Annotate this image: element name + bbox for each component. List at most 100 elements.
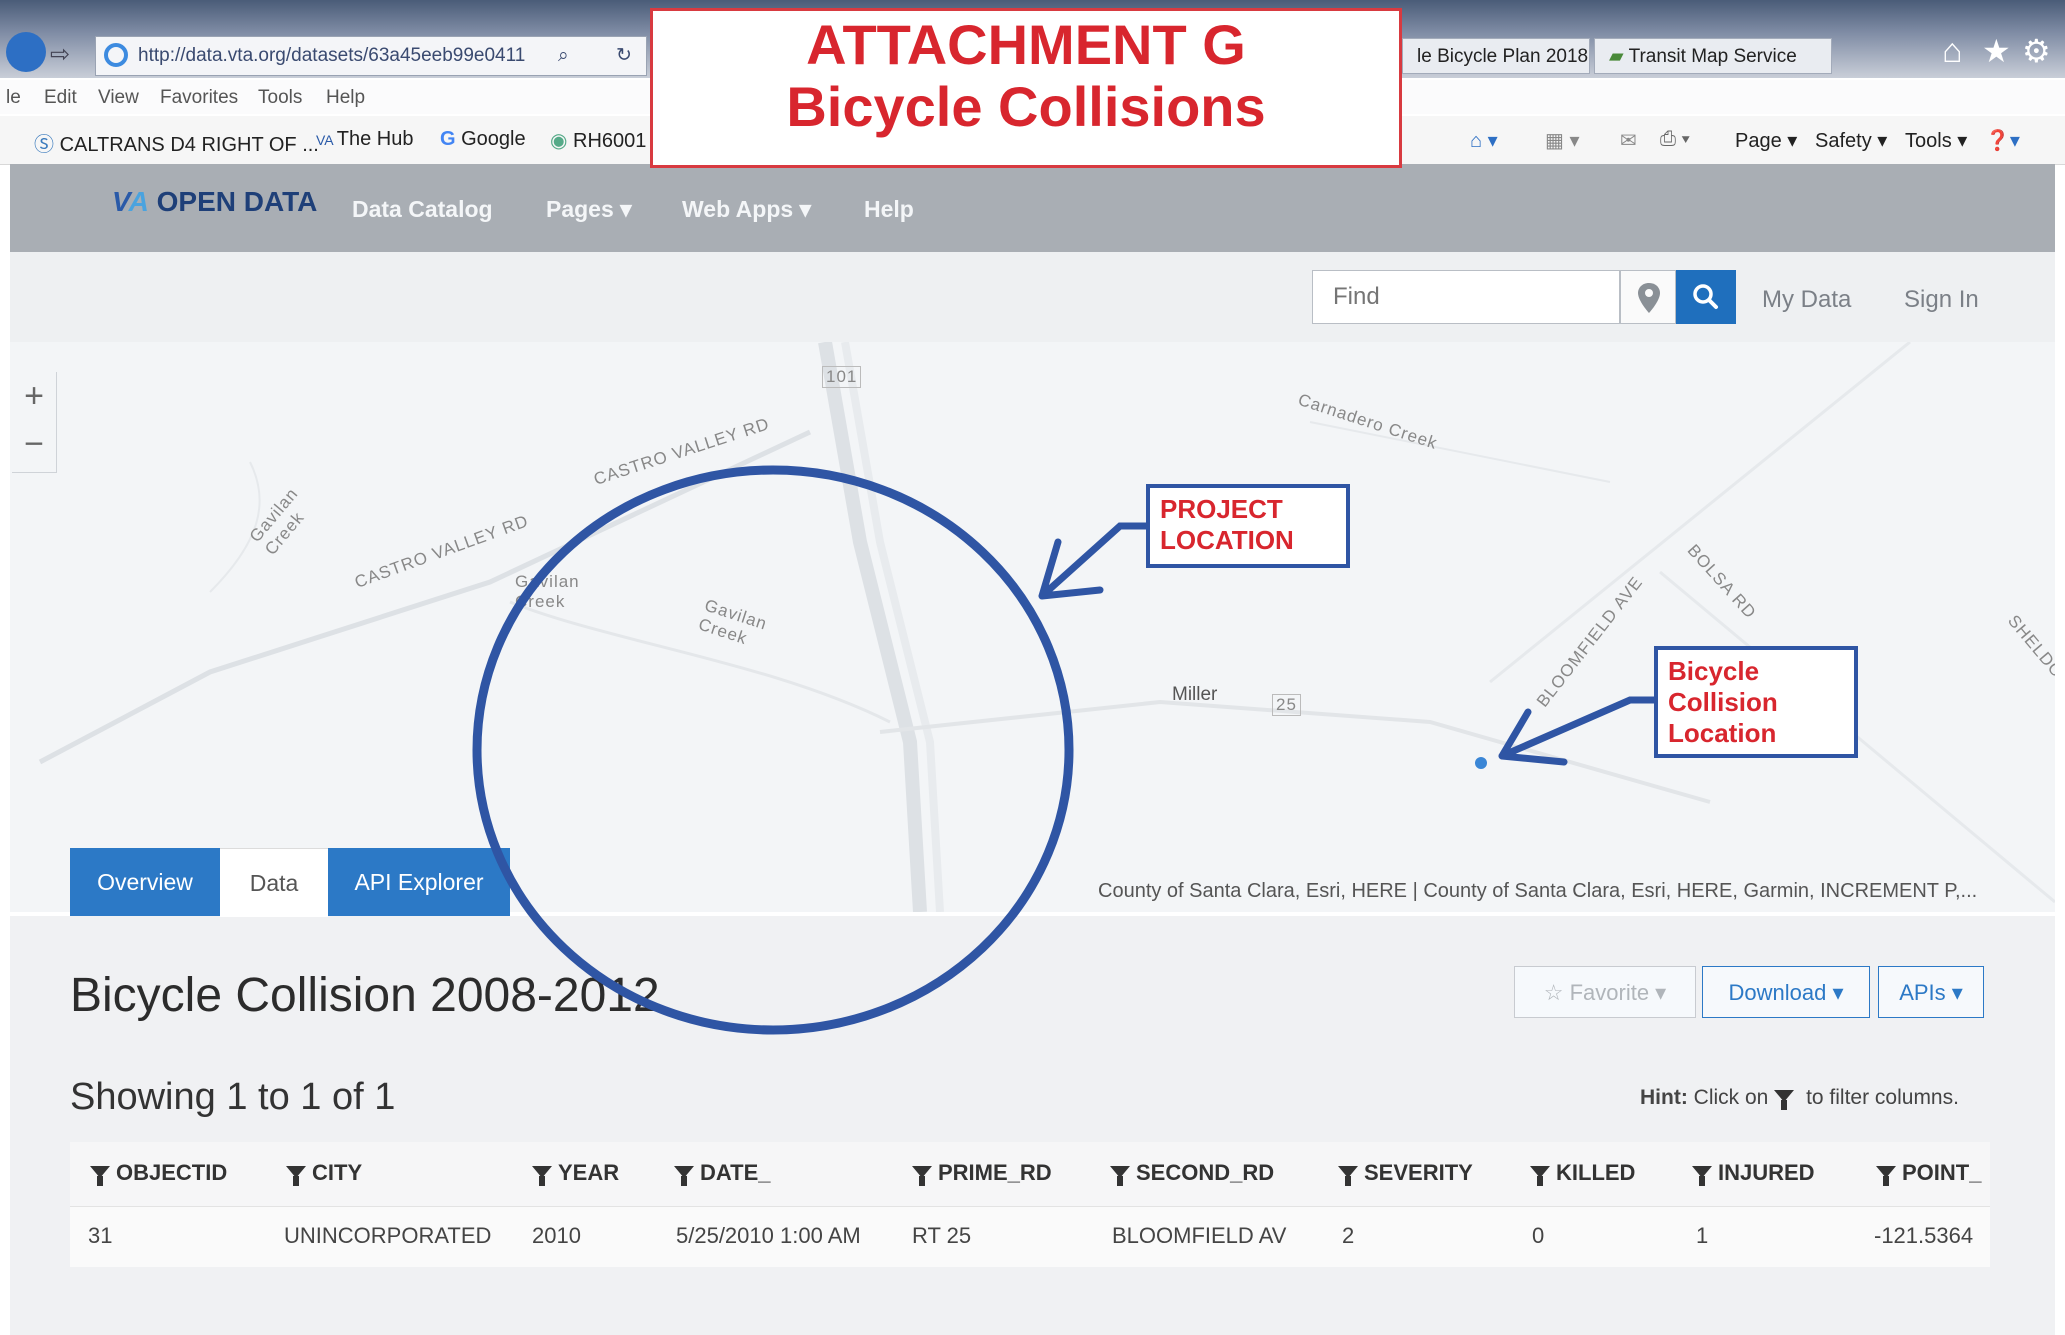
gear-icon[interactable]: ⚙	[2022, 32, 2051, 70]
cell-second-rd: BLOOMFIELD AV	[1112, 1223, 1287, 1248]
col-objectid[interactable]: OBJECTID	[90, 1160, 227, 1186]
menu-file[interactable]: le	[6, 87, 21, 109]
col-second-rd[interactable]: SECOND_RD	[1110, 1160, 1274, 1186]
filter-icon[interactable]	[674, 1166, 694, 1186]
showing-count: Showing 1 to 1 of 1	[70, 1076, 396, 1118]
favorite-button[interactable]: ☆ Favorite ▾	[1514, 966, 1696, 1018]
col-date[interactable]: DATE_	[674, 1160, 771, 1186]
menu-favorites[interactable]: Favorites	[160, 87, 238, 109]
highway-101-label: 101	[822, 366, 862, 388]
vta-logo-mark: VA	[112, 186, 149, 217]
favorite-google[interactable]: G Google	[440, 128, 526, 151]
filter-icon	[1774, 1090, 1795, 1110]
address-bar[interactable]: http://data.vta.org/datasets/63a45eeb99e…	[95, 36, 647, 76]
home-icon[interactable]: ⌂	[1942, 32, 1963, 71]
address-url: http://data.vta.org/datasets/63a45eeb99e…	[138, 45, 526, 66]
filter-icon[interactable]	[286, 1166, 306, 1186]
vta-open-data-logo[interactable]: VA OPEN DATA	[112, 186, 317, 218]
page-menu[interactable]: Page ▾	[1735, 128, 1797, 153]
nav-data-catalog[interactable]: Data Catalog	[352, 196, 493, 223]
tab-overview[interactable]: Overview	[70, 848, 220, 916]
filter-icon[interactable]	[1110, 1166, 1130, 1186]
menu-view[interactable]: View	[98, 87, 139, 109]
browser-tab-transit-map[interactable]: ▰ Transit Map Service	[1594, 38, 1832, 74]
print-icon[interactable]: ⎙ ▾	[1660, 128, 1690, 151]
page-title: Bicycle Collision 2008-2012	[70, 969, 660, 1022]
attachment-subtitle: Bicycle Collisions	[786, 75, 1266, 138]
safety-menu[interactable]: Safety ▾	[1815, 128, 1887, 153]
home-cmd-icon[interactable]: ⌂ ▾	[1470, 128, 1498, 153]
column-label: KILLED	[1556, 1160, 1636, 1185]
col-prime-rd[interactable]: PRIME_RD	[912, 1160, 1052, 1186]
col-killed[interactable]: KILLED	[1530, 1160, 1635, 1186]
column-label: YEAR	[558, 1160, 620, 1185]
filter-icon[interactable]	[1530, 1166, 1550, 1186]
tab-data[interactable]: Data	[220, 848, 328, 917]
column-label: SEVERITY	[1364, 1160, 1473, 1185]
google-icon: G	[440, 128, 462, 150]
column-label: PRIME_RD	[938, 1160, 1052, 1185]
attachment-title-box: ATTACHMENT G Bicycle Collisions	[650, 8, 1402, 168]
col-point[interactable]: POINT_	[1876, 1160, 1981, 1186]
cell-year: 2010	[532, 1223, 581, 1248]
project-location-callout: PROJECT LOCATION	[1146, 484, 1350, 568]
cell-objectid: 31	[88, 1223, 113, 1248]
cell-prime-rd: RT 25	[912, 1223, 972, 1248]
filter-icon[interactable]	[1692, 1166, 1712, 1186]
browser-tab-bicycle-plan[interactable]: le Bicycle Plan 2018	[1402, 38, 1590, 74]
col-injured[interactable]: INJURED	[1692, 1160, 1815, 1186]
col-year[interactable]: YEAR	[532, 1160, 619, 1186]
mail-icon[interactable]: ✉	[1620, 128, 1637, 153]
nav-help[interactable]: Help	[864, 196, 914, 223]
collision-point[interactable]	[1475, 757, 1487, 769]
search-button[interactable]	[1676, 270, 1736, 324]
zoom-in-button[interactable]: +	[12, 372, 56, 420]
cell-severity: 2	[1342, 1223, 1355, 1248]
gavilan-creek-label-2: Gavilan Creek	[515, 572, 580, 611]
search-icon[interactable]: ⌕	[558, 37, 569, 75]
filter-icon[interactable]	[912, 1166, 932, 1186]
filter-icon[interactable]	[532, 1166, 552, 1186]
column-label: INJURED	[1718, 1160, 1815, 1185]
menu-help[interactable]: Help	[326, 87, 365, 109]
cell-date: 5/25/2010 1:00 AM	[676, 1223, 861, 1248]
sign-in-link[interactable]: Sign In	[1904, 286, 1979, 314]
filter-icon[interactable]	[1876, 1166, 1896, 1186]
nav-pages[interactable]: Pages ▾	[546, 196, 632, 223]
favorite-the-hub[interactable]: VA The Hub	[316, 128, 413, 151]
location-pin-button[interactable]	[1620, 270, 1676, 324]
find-input[interactable]	[1312, 270, 1620, 324]
zoom-control: + −	[12, 372, 57, 473]
tab-api-explorer[interactable]: API Explorer	[328, 848, 510, 916]
col-city[interactable]: CITY	[286, 1160, 362, 1186]
help-icon[interactable]: ❓▾	[1985, 128, 2020, 153]
my-data-link[interactable]: My Data	[1762, 286, 1851, 314]
favorite-label: The Hub	[336, 128, 414, 150]
menu-tools[interactable]: Tools	[258, 87, 302, 109]
favorite-rh6001[interactable]: ◉ RH6001	[550, 128, 646, 153]
col-severity[interactable]: SEVERITY	[1338, 1160, 1473, 1186]
feeds-icon[interactable]: ▦ ▾	[1545, 128, 1580, 153]
favorites-star-icon[interactable]: ★	[1982, 32, 2011, 70]
ie-icon	[104, 43, 128, 67]
filter-icon[interactable]	[90, 1166, 110, 1186]
favorite-caltrans[interactable]: Ⓢ CALTRANS D4 RIGHT OF ...	[34, 128, 319, 157]
apis-button[interactable]: APIs ▾	[1878, 966, 1984, 1018]
refresh-icon[interactable]: ↻	[616, 37, 632, 75]
cell-injured: 1	[1696, 1223, 1709, 1248]
filter-icon[interactable]	[1338, 1166, 1358, 1186]
map-roads	[38, 342, 2055, 912]
menu-edit[interactable]: Edit	[44, 87, 77, 109]
zoom-out-button[interactable]: −	[12, 420, 56, 468]
tools-menu[interactable]: Tools ▾	[1905, 128, 1967, 153]
map-view[interactable]: 101 CASTRO VALLEY RD CASTRO VALLEY RD Ga…	[10, 342, 2055, 912]
nav-web-apps[interactable]: Web Apps ▾	[682, 196, 811, 223]
forward-button[interactable]: ⇨	[50, 40, 70, 69]
route-25-label: 25	[1272, 694, 1301, 716]
vta-icon: VA	[316, 132, 337, 148]
hint-label: Hint:	[1640, 1086, 1688, 1109]
back-button[interactable]	[6, 32, 46, 72]
map-attribution: County of Santa Clara, Esri, HERE | Coun…	[1098, 880, 1978, 902]
table-row[interactable]: 31 UNINCORPORATED 2010 5/25/2010 1:00 AM…	[70, 1206, 1990, 1267]
download-button[interactable]: Download ▾	[1702, 966, 1870, 1018]
